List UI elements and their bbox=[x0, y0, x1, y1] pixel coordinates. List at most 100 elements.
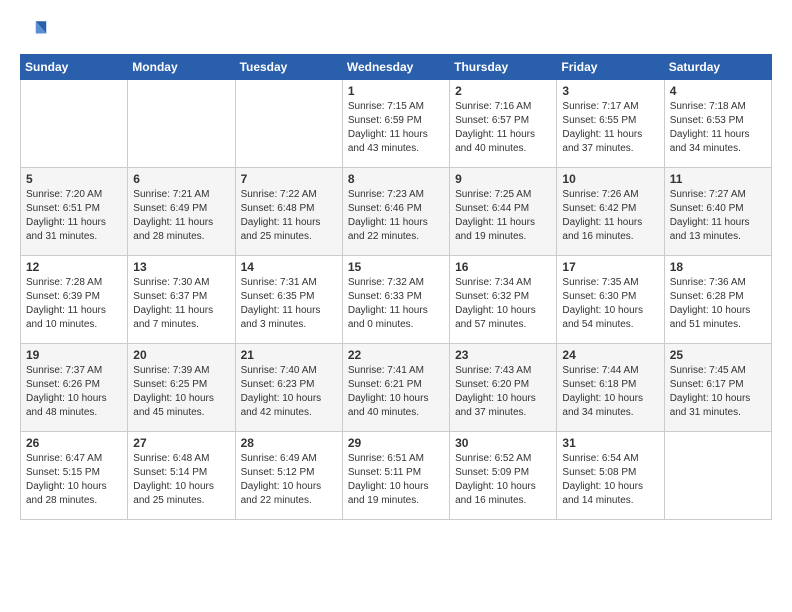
day-number: 26 bbox=[26, 436, 122, 450]
day-number: 2 bbox=[455, 84, 551, 98]
cell-content: Sunrise: 6:49 AM Sunset: 5:12 PM Dayligh… bbox=[241, 452, 337, 508]
calendar-cell: 17 Sunrise: 7:35 AM Sunset: 6:30 PM Dayli… bbox=[557, 256, 664, 344]
cell-content: Sunrise: 7:43 AM Sunset: 6:20 PM Dayligh… bbox=[455, 364, 551, 420]
cell-content: Sunrise: 7:39 AM Sunset: 6:25 PM Dayligh… bbox=[133, 364, 229, 420]
calendar-cell: 14 Sunrise: 7:31 AM Sunset: 6:35 PM Dayli… bbox=[235, 256, 342, 344]
cell-content: Sunrise: 7:18 AM Sunset: 6:53 PM Dayligh… bbox=[670, 100, 766, 156]
day-number: 14 bbox=[241, 260, 337, 274]
calendar-cell: 3 Sunrise: 7:17 AM Sunset: 6:55 PM Daylig… bbox=[557, 80, 664, 168]
day-number: 30 bbox=[455, 436, 551, 450]
calendar-cell: 23 Sunrise: 7:43 AM Sunset: 6:20 PM Dayli… bbox=[450, 344, 557, 432]
cell-content: Sunrise: 7:16 AM Sunset: 6:57 PM Dayligh… bbox=[455, 100, 551, 156]
calendar-cell: 13 Sunrise: 7:30 AM Sunset: 6:37 PM Dayli… bbox=[128, 256, 235, 344]
calendar-cell: 5 Sunrise: 7:20 AM Sunset: 6:51 PM Daylig… bbox=[21, 168, 128, 256]
day-number: 10 bbox=[562, 172, 658, 186]
calendar-cell: 8 Sunrise: 7:23 AM Sunset: 6:46 PM Daylig… bbox=[342, 168, 449, 256]
day-number: 25 bbox=[670, 348, 766, 362]
header-day-friday: Friday bbox=[557, 55, 664, 80]
day-number: 5 bbox=[26, 172, 122, 186]
day-number: 16 bbox=[455, 260, 551, 274]
calendar-cell: 27 Sunrise: 6:48 AM Sunset: 5:14 PM Dayli… bbox=[128, 432, 235, 520]
header-day-wednesday: Wednesday bbox=[342, 55, 449, 80]
header-day-sunday: Sunday bbox=[21, 55, 128, 80]
calendar-cell: 22 Sunrise: 7:41 AM Sunset: 6:21 PM Dayli… bbox=[342, 344, 449, 432]
cell-content: Sunrise: 7:44 AM Sunset: 6:18 PM Dayligh… bbox=[562, 364, 658, 420]
calendar-cell: 15Sunrise: 7:32 AM Sunset: 6:33 PM Dayli… bbox=[342, 256, 449, 344]
calendar-cell bbox=[21, 80, 128, 168]
cell-content: Sunrise: 6:47 AM Sunset: 5:15 PM Dayligh… bbox=[26, 452, 122, 508]
day-number: 3 bbox=[562, 84, 658, 98]
calendar-cell: 19Sunrise: 7:37 AM Sunset: 6:26 PM Dayli… bbox=[21, 344, 128, 432]
calendar-cell: 11 Sunrise: 7:27 AM Sunset: 6:40 PM Dayli… bbox=[664, 168, 771, 256]
calendar-cell: 7 Sunrise: 7:22 AM Sunset: 6:48 PM Daylig… bbox=[235, 168, 342, 256]
calendar-cell: 18Sunrise: 7:36 AM Sunset: 6:28 PM Dayli… bbox=[664, 256, 771, 344]
calendar-cell: 29 Sunrise: 6:51 AM Sunset: 5:11 PM Dayli… bbox=[342, 432, 449, 520]
day-number: 17 bbox=[562, 260, 658, 274]
calendar-page: SundayMondayTuesdayWednesdayThursdayFrid… bbox=[0, 0, 792, 540]
cell-content: Sunrise: 7:23 AM Sunset: 6:46 PM Dayligh… bbox=[348, 188, 444, 244]
cell-content: Sunrise: 6:48 AM Sunset: 5:14 PM Dayligh… bbox=[133, 452, 229, 508]
day-number: 6 bbox=[133, 172, 229, 186]
logo bbox=[20, 16, 52, 44]
cell-content: Sunrise: 7:35 AM Sunset: 6:30 PM Dayligh… bbox=[562, 276, 658, 332]
day-number: 24 bbox=[562, 348, 658, 362]
cell-content: Sunrise: 7:17 AM Sunset: 6:55 PM Dayligh… bbox=[562, 100, 658, 156]
cell-content: Sunrise: 7:20 AM Sunset: 6:51 PM Dayligh… bbox=[26, 188, 122, 244]
day-number: 4 bbox=[670, 84, 766, 98]
calendar-cell: 20Sunrise: 7:39 AM Sunset: 6:25 PM Dayli… bbox=[128, 344, 235, 432]
day-number: 8 bbox=[348, 172, 444, 186]
day-number: 13 bbox=[133, 260, 229, 274]
cell-content: Sunrise: 6:54 AM Sunset: 5:08 PM Dayligh… bbox=[562, 452, 658, 508]
week-row-5: 26 Sunrise: 6:47 AM Sunset: 5:15 PM Dayli… bbox=[21, 432, 772, 520]
cell-content: Sunrise: 7:36 AM Sunset: 6:28 PM Dayligh… bbox=[670, 276, 766, 332]
day-number: 22 bbox=[348, 348, 444, 362]
day-number: 21 bbox=[241, 348, 337, 362]
day-number: 9 bbox=[455, 172, 551, 186]
day-number: 11 bbox=[670, 172, 766, 186]
calendar-table: SundayMondayTuesdayWednesdayThursdayFrid… bbox=[20, 54, 772, 520]
day-number: 23 bbox=[455, 348, 551, 362]
calendar-cell: 16 Sunrise: 7:34 AM Sunset: 6:32 PM Dayli… bbox=[450, 256, 557, 344]
day-number: 7 bbox=[241, 172, 337, 186]
cell-content: Sunrise: 7:31 AM Sunset: 6:35 PM Dayligh… bbox=[241, 276, 337, 332]
cell-content: Sunrise: 7:34 AM Sunset: 6:32 PM Dayligh… bbox=[455, 276, 551, 332]
calendar-cell: 21Sunrise: 7:40 AM Sunset: 6:23 PM Dayli… bbox=[235, 344, 342, 432]
calendar-cell: 1 Sunrise: 7:15 AM Sunset: 6:59 PM Daylig… bbox=[342, 80, 449, 168]
cell-content: Sunrise: 6:51 AM Sunset: 5:11 PM Dayligh… bbox=[348, 452, 444, 508]
calendar-cell bbox=[128, 80, 235, 168]
cell-content: Sunrise: 7:41 AM Sunset: 6:21 PM Dayligh… bbox=[348, 364, 444, 420]
cell-content: Sunrise: 7:26 AM Sunset: 6:42 PM Dayligh… bbox=[562, 188, 658, 244]
calendar-cell: 4 Sunrise: 7:18 AM Sunset: 6:53 PM Daylig… bbox=[664, 80, 771, 168]
calendar-cell: 12Sunrise: 7:28 AM Sunset: 6:39 PM Dayli… bbox=[21, 256, 128, 344]
cell-content: Sunrise: 7:30 AM Sunset: 6:37 PM Dayligh… bbox=[133, 276, 229, 332]
day-number: 15 bbox=[348, 260, 444, 274]
calendar-cell: 26 Sunrise: 6:47 AM Sunset: 5:15 PM Dayli… bbox=[21, 432, 128, 520]
cell-content: Sunrise: 7:25 AM Sunset: 6:44 PM Dayligh… bbox=[455, 188, 551, 244]
calendar-cell: 24 Sunrise: 7:44 AM Sunset: 6:18 PM Dayli… bbox=[557, 344, 664, 432]
cell-content: Sunrise: 7:21 AM Sunset: 6:49 PM Dayligh… bbox=[133, 188, 229, 244]
day-number: 1 bbox=[348, 84, 444, 98]
calendar-cell: 30 Sunrise: 6:52 AM Sunset: 5:09 PM Dayli… bbox=[450, 432, 557, 520]
day-number: 27 bbox=[133, 436, 229, 450]
week-row-2: 5 Sunrise: 7:20 AM Sunset: 6:51 PM Daylig… bbox=[21, 168, 772, 256]
calendar-cell: 2 Sunrise: 7:16 AM Sunset: 6:57 PM Daylig… bbox=[450, 80, 557, 168]
week-row-4: 19Sunrise: 7:37 AM Sunset: 6:26 PM Dayli… bbox=[21, 344, 772, 432]
header-row: SundayMondayTuesdayWednesdayThursdayFrid… bbox=[21, 55, 772, 80]
cell-content: Sunrise: 7:22 AM Sunset: 6:48 PM Dayligh… bbox=[241, 188, 337, 244]
cell-content: Sunrise: 6:52 AM Sunset: 5:09 PM Dayligh… bbox=[455, 452, 551, 508]
day-number: 29 bbox=[348, 436, 444, 450]
cell-content: Sunrise: 7:15 AM Sunset: 6:59 PM Dayligh… bbox=[348, 100, 444, 156]
calendar-cell: 9 Sunrise: 7:25 AM Sunset: 6:44 PM Daylig… bbox=[450, 168, 557, 256]
calendar-cell: 6 Sunrise: 7:21 AM Sunset: 6:49 PM Daylig… bbox=[128, 168, 235, 256]
cell-content: Sunrise: 7:45 AM Sunset: 6:17 PM Dayligh… bbox=[670, 364, 766, 420]
calendar-cell: 25 Sunrise: 7:45 AM Sunset: 6:17 PM Dayli… bbox=[664, 344, 771, 432]
day-number: 31 bbox=[562, 436, 658, 450]
week-row-3: 12Sunrise: 7:28 AM Sunset: 6:39 PM Dayli… bbox=[21, 256, 772, 344]
calendar-cell bbox=[664, 432, 771, 520]
header-day-monday: Monday bbox=[128, 55, 235, 80]
cell-content: Sunrise: 7:27 AM Sunset: 6:40 PM Dayligh… bbox=[670, 188, 766, 244]
header bbox=[20, 16, 772, 44]
header-day-saturday: Saturday bbox=[664, 55, 771, 80]
week-row-1: 1 Sunrise: 7:15 AM Sunset: 6:59 PM Daylig… bbox=[21, 80, 772, 168]
header-day-tuesday: Tuesday bbox=[235, 55, 342, 80]
